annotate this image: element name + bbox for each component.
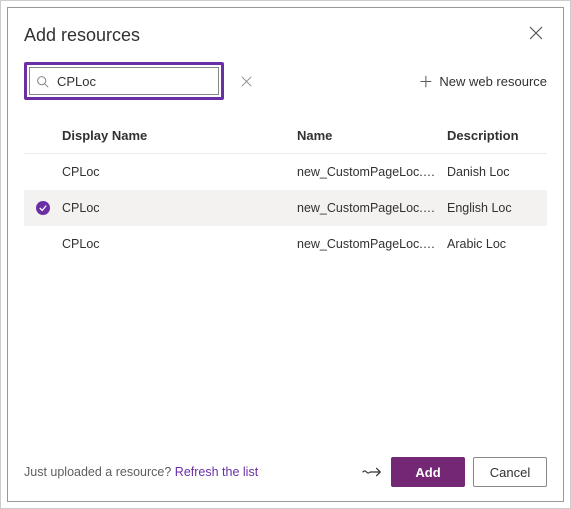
close-button[interactable] bbox=[525, 22, 547, 48]
table-row[interactable]: CPLoc new_CustomPageLoc.1033.r... Englis… bbox=[24, 190, 547, 226]
cell-description: Danish Loc bbox=[447, 165, 547, 179]
table-row[interactable]: CPLoc new_CustomPageLoc.1025.loc Arabic … bbox=[24, 226, 547, 262]
resources-table: Display Name Name Description CPLoc new_… bbox=[24, 118, 547, 447]
footer-buttons: Add Cancel bbox=[361, 457, 547, 487]
clear-search-icon[interactable] bbox=[241, 76, 252, 87]
footer-hint: Just uploaded a resource? Refresh the li… bbox=[24, 465, 258, 479]
dialog-header: Add resources bbox=[24, 22, 547, 48]
cell-description: English Loc bbox=[447, 201, 547, 215]
close-icon bbox=[529, 26, 543, 40]
cancel-button[interactable]: Cancel bbox=[473, 457, 547, 487]
cell-display-name: CPLoc bbox=[62, 165, 297, 179]
selected-check-icon bbox=[36, 201, 50, 215]
search-input[interactable] bbox=[55, 73, 235, 90]
dialog-footer: Just uploaded a resource? Refresh the li… bbox=[24, 447, 547, 487]
pointer-icon bbox=[361, 463, 383, 481]
toolbar: ＋ New web resource bbox=[24, 62, 547, 100]
new-web-resource-button[interactable]: ＋ New web resource bbox=[418, 71, 547, 92]
search-highlight bbox=[24, 62, 224, 100]
cell-name: new_CustomPageLoc.1030.r... bbox=[297, 165, 447, 179]
cell-name: new_CustomPageLoc.1025.loc bbox=[297, 237, 447, 251]
col-name[interactable]: Name bbox=[297, 128, 447, 143]
cell-display-name: CPLoc bbox=[62, 201, 297, 215]
col-display-name[interactable]: Display Name bbox=[62, 128, 297, 143]
table-header-row: Display Name Name Description bbox=[24, 118, 547, 154]
search-box[interactable] bbox=[29, 67, 219, 95]
cell-name: new_CustomPageLoc.1033.r... bbox=[297, 201, 447, 215]
cell-display-name: CPLoc bbox=[62, 237, 297, 251]
cell-description: Arabic Loc bbox=[447, 237, 547, 251]
hint-text: Just uploaded a resource? bbox=[24, 465, 175, 479]
refresh-list-link[interactable]: Refresh the list bbox=[175, 465, 258, 479]
plus-icon: ＋ bbox=[418, 71, 433, 92]
table-row[interactable]: CPLoc new_CustomPageLoc.1030.r... Danish… bbox=[24, 154, 547, 190]
add-resources-dialog: Add resources ＋ bbox=[7, 7, 564, 502]
add-button[interactable]: Add bbox=[391, 457, 465, 487]
col-description[interactable]: Description bbox=[447, 128, 547, 143]
new-web-resource-label: New web resource bbox=[439, 74, 547, 89]
search-icon bbox=[36, 75, 49, 88]
dialog-title: Add resources bbox=[24, 25, 140, 46]
